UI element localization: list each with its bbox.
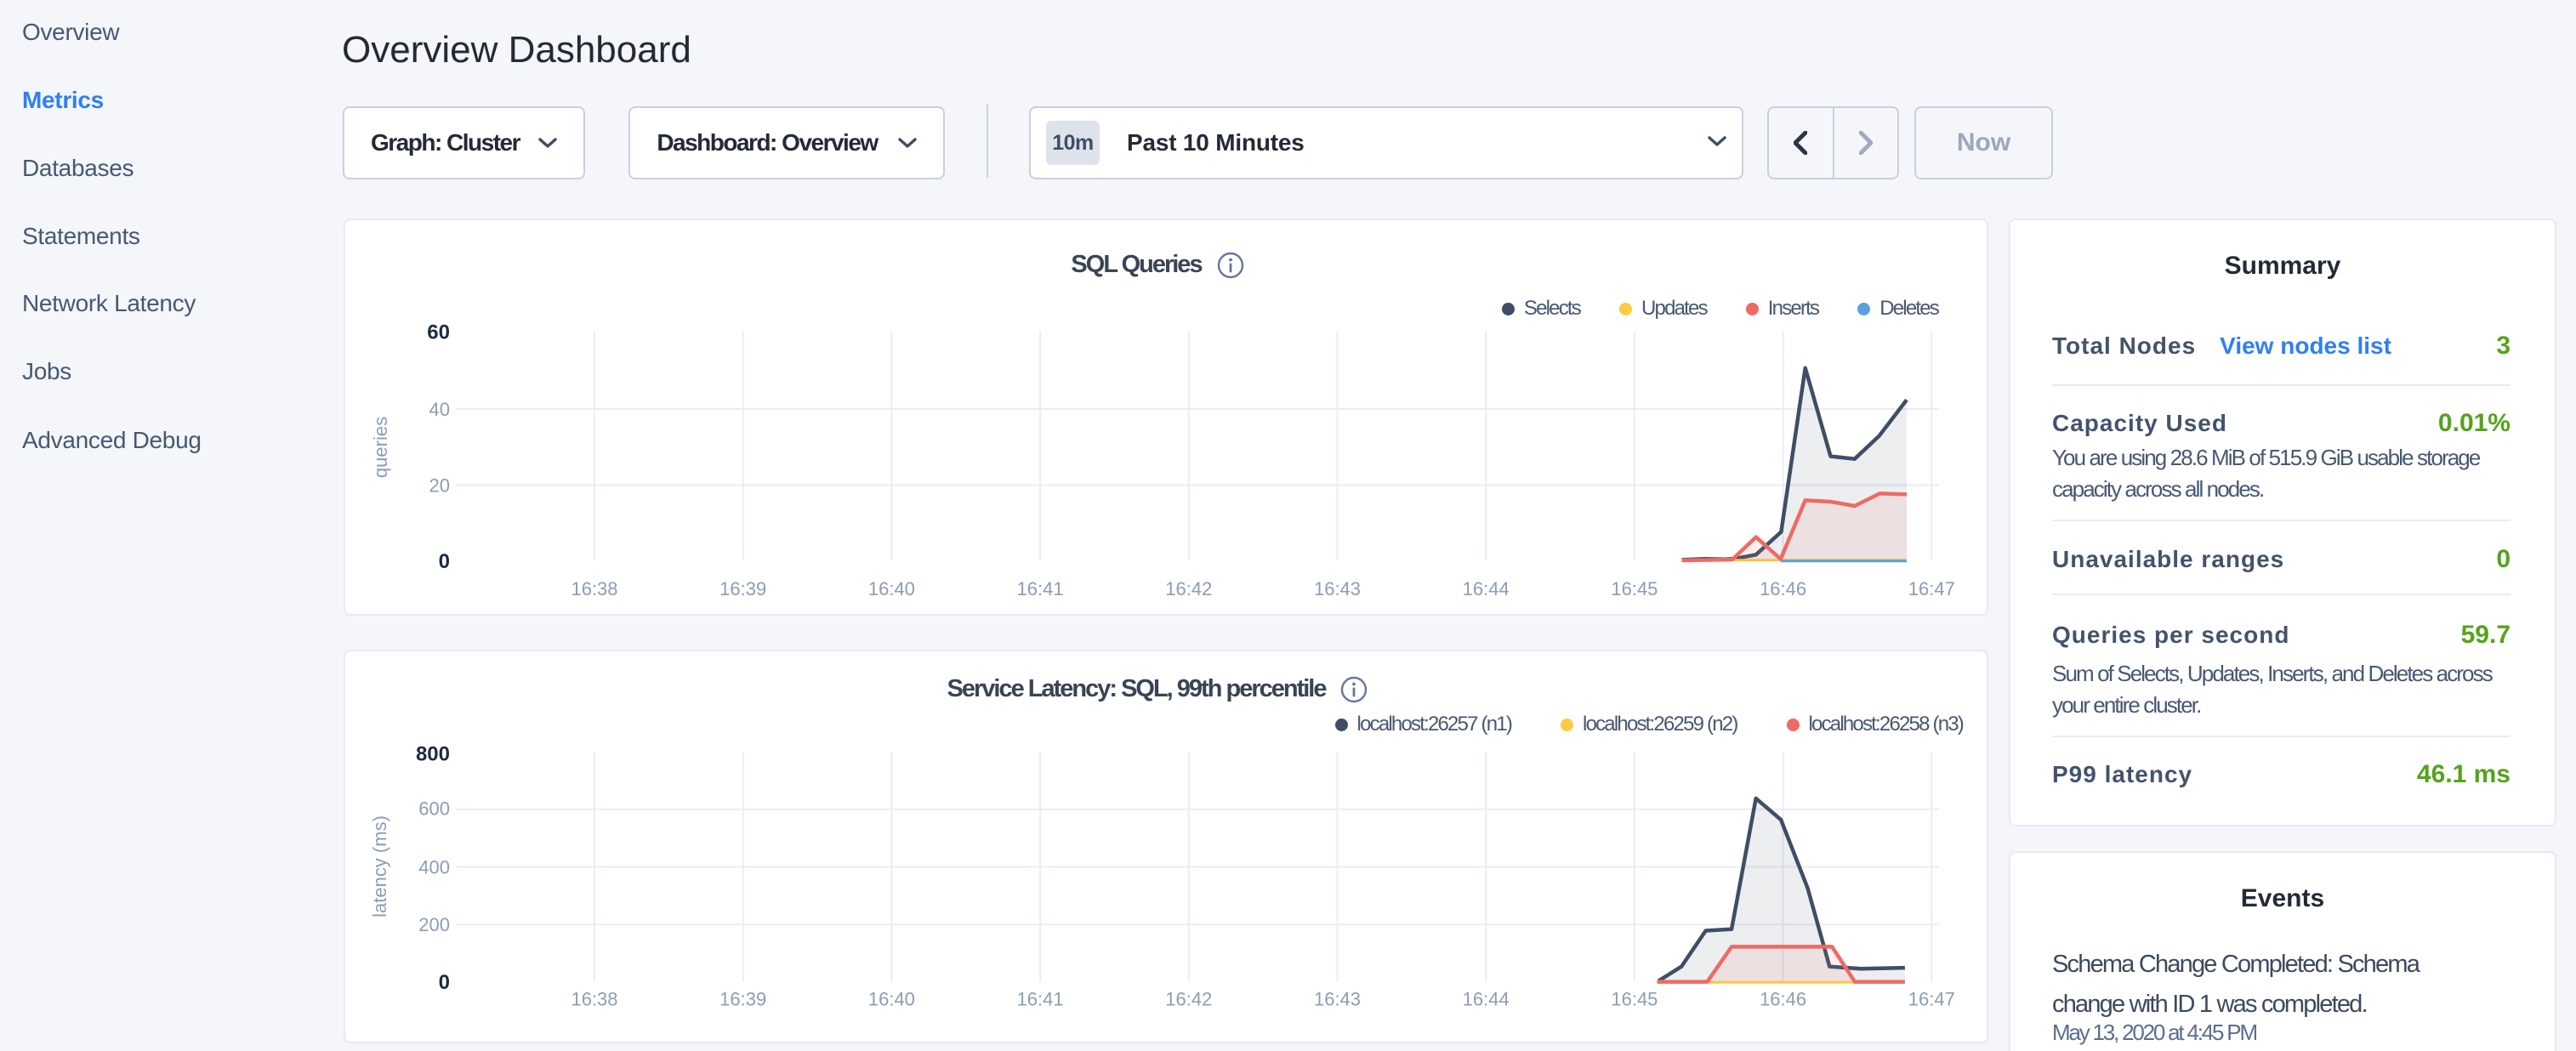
- svg-text:16:44: 16:44: [1463, 578, 1510, 599]
- svg-text:16:42: 16:42: [1165, 989, 1212, 1010]
- svg-text:16:43: 16:43: [1314, 578, 1361, 599]
- svg-text:latency (ms): latency (ms): [369, 815, 390, 917]
- svg-text:0: 0: [439, 550, 450, 573]
- svg-text:800: 800: [416, 743, 450, 766]
- svg-text:16:46: 16:46: [1760, 578, 1806, 599]
- svg-text:queries: queries: [370, 417, 391, 478]
- svg-text:16:47: 16:47: [1908, 989, 1955, 1010]
- svg-text:16:43: 16:43: [1314, 989, 1361, 1010]
- svg-text:20: 20: [429, 475, 450, 497]
- svg-text:16:47: 16:47: [1908, 578, 1955, 599]
- svg-text:16:45: 16:45: [1611, 989, 1658, 1010]
- svg-text:16:45: 16:45: [1611, 578, 1658, 599]
- svg-text:16:39: 16:39: [719, 989, 766, 1010]
- svg-text:16:42: 16:42: [1165, 578, 1212, 599]
- svg-text:16:41: 16:41: [1017, 578, 1064, 599]
- svg-text:16:38: 16:38: [571, 989, 617, 1010]
- svg-text:200: 200: [418, 914, 450, 935]
- svg-text:16:38: 16:38: [571, 578, 617, 599]
- svg-text:40: 40: [429, 399, 450, 420]
- svg-text:0: 0: [439, 971, 450, 994]
- svg-text:16:41: 16:41: [1017, 989, 1064, 1010]
- svg-text:16:40: 16:40: [868, 578, 915, 599]
- svg-text:16:39: 16:39: [719, 578, 766, 599]
- svg-text:60: 60: [427, 321, 450, 344]
- svg-text:16:46: 16:46: [1760, 989, 1806, 1010]
- svg-text:16:40: 16:40: [868, 989, 915, 1010]
- svg-text:400: 400: [418, 856, 450, 878]
- svg-text:600: 600: [418, 798, 450, 820]
- svg-text:16:44: 16:44: [1463, 989, 1510, 1010]
